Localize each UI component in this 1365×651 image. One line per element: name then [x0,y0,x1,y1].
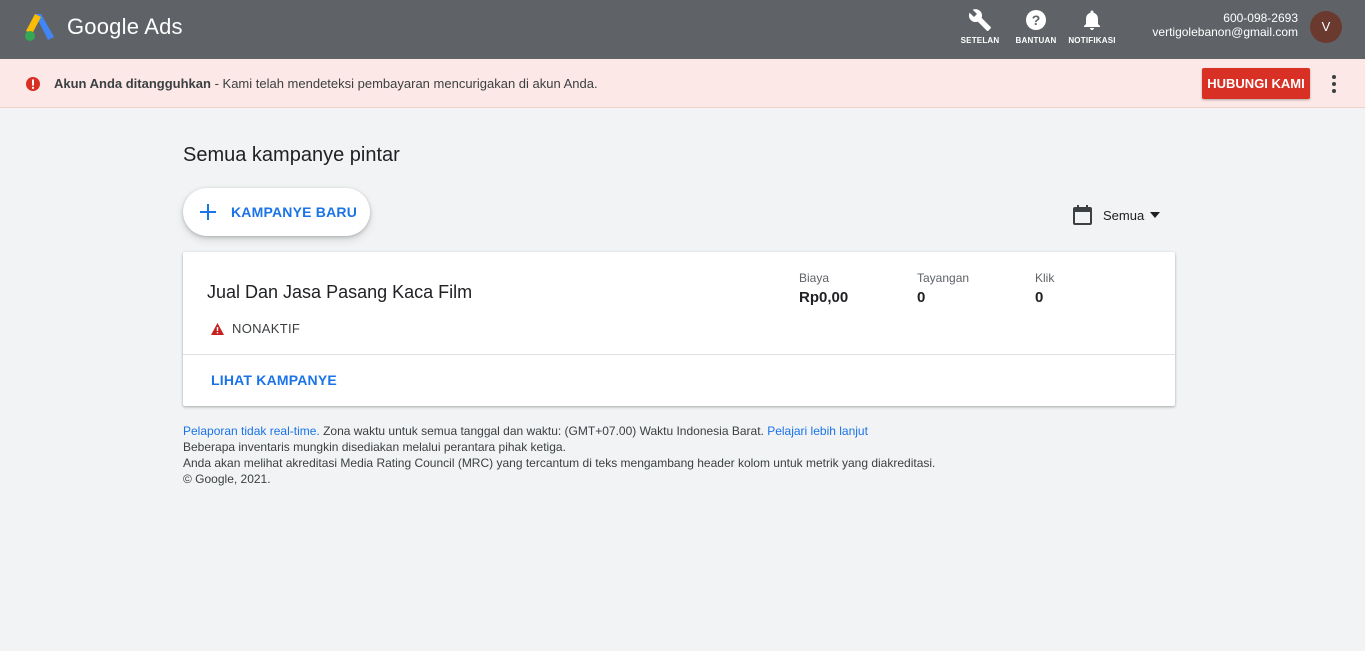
top-app-bar: Google Ads SETELAN ? BANTUAN NOTIFIKASI … [0,0,1365,59]
new-campaign-button[interactable]: KAMPANYE BARU [183,188,370,236]
metric-value: 0 [917,289,926,306]
alert-title: Akun Anda ditangguhkan [54,76,211,91]
page-title: Semua kampanye pintar [183,144,400,166]
account-info[interactable]: 600-098-2693 vertigolebanon@gmail.com [1152,11,1298,39]
metric-clicks: Klik 0 [1035,271,1054,306]
status-label: NONAKTIF [232,321,301,336]
warning-icon [211,323,224,335]
plus-icon [200,204,216,220]
footer-line-2: Beberapa inventaris mungkin disediakan m… [183,440,566,454]
new-campaign-label: KAMPANYE BARU [231,204,358,220]
metric-impressions: Tayangan 0 [917,271,969,306]
avatar[interactable]: V [1310,11,1342,43]
campaign-name[interactable]: Jual Dan Jasa Pasang Kaca Film [207,282,472,303]
timezone-text: Zona waktu untuk semua tanggal dan waktu… [319,424,768,438]
view-campaign-link[interactable]: LIHAT KAMPANYE [211,372,337,388]
account-email: vertigolebanon@gmail.com [1152,25,1298,39]
alert-message: Akun Anda ditangguhkan - Kami telah mend… [54,76,598,91]
alert-body: - Kami telah mendeteksi pembayaran mencu… [210,76,598,91]
bell-icon [1084,10,1100,30]
help-icon: ? [1026,10,1046,30]
notifications-button[interactable]: NOTIFIKASI [1060,8,1124,52]
metric-value: 0 [1035,289,1044,306]
metric-label: Tayangan [917,271,970,285]
more-vert-icon[interactable] [1322,72,1346,96]
footer-line-1: Pelaporan tidak real-time. Zona waktu un… [183,423,935,439]
date-filter-label: Semua [1103,208,1145,223]
footer-notes: Pelaporan tidak real-time. Zona waktu un… [183,423,935,487]
contact-us-button[interactable]: HUBUNGI KAMI [1202,68,1310,99]
google-ads-logo-icon[interactable] [24,12,56,42]
notifications-label: NOTIFIKASI [1068,36,1116,45]
metric-label: Biaya [799,271,830,285]
chevron-down-icon [1150,212,1160,218]
reporting-link[interactable]: Pelaporan tidak real-time. [183,424,320,438]
calendar-icon [1073,205,1092,225]
date-range-filter[interactable]: Semua [1073,204,1165,226]
brand-name[interactable]: Google Ads [67,14,183,40]
svg-text:?: ? [1032,12,1041,28]
settings-button[interactable]: SETELAN [948,8,1012,52]
campaign-card: Jual Dan Jasa Pasang Kaca Film NONAKTIF … [183,252,1175,406]
account-id: 600-098-2693 [1223,11,1298,25]
card-divider [183,354,1175,355]
metric-cost: Biaya Rp0,00 [799,271,848,306]
help-label: BANTUAN [1015,36,1057,45]
learn-more-link[interactable]: Pelajari lebih lanjut [767,424,868,438]
help-button[interactable]: ? BANTUAN [1004,8,1068,52]
settings-label: SETELAN [960,36,1000,45]
suspension-alert-bar: Akun Anda ditangguhkan - Kami telah mend… [0,59,1365,108]
metric-label: Klik [1035,271,1055,285]
wrench-icon [968,9,991,31]
footer-line-3: Anda akan melihat akreditasi Media Ratin… [183,456,936,470]
copyright: © Google, 2021. [183,472,271,486]
metric-value: Rp0,00 [799,289,849,306]
error-icon [26,77,40,91]
